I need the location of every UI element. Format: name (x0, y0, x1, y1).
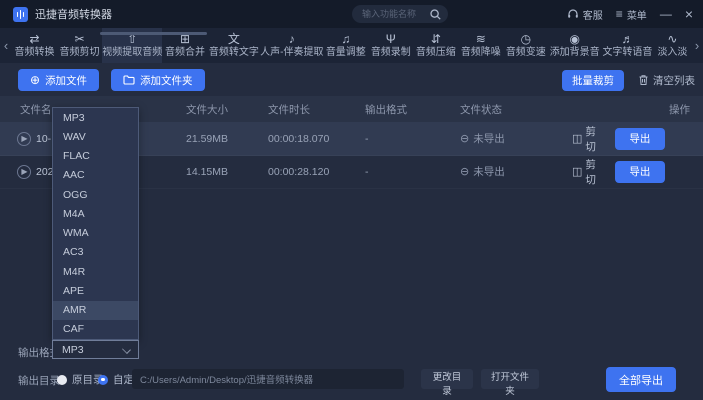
format-option-wma[interactable]: WMA (53, 224, 138, 243)
cut-icon: ◫ (572, 132, 582, 145)
output-format-value: - (365, 166, 460, 178)
change-dir-button[interactable]: 更改目录 (421, 369, 473, 389)
output-format-select[interactable]: MP3 (52, 340, 139, 359)
file-toolbar: ⊕ 添加文件 添加文件夹 批量裁剪 清空列表 (18, 69, 695, 91)
tab-fade[interactable]: ∿ 淡入淡 (654, 28, 691, 63)
tab-add-background-music[interactable]: ◉ 添加背景音 (548, 28, 601, 63)
search-icon[interactable] (430, 9, 441, 20)
col-output-format: 输出格式 (365, 102, 460, 117)
menu-button[interactable]: ≡ 菜单 (616, 7, 647, 22)
tab-text-to-speech[interactable]: ♬ 文字转语音 (601, 28, 654, 63)
tab-audio-convert[interactable]: ⇄ 音频转换 (12, 28, 57, 63)
folder-icon (123, 75, 135, 85)
tab-vocal-extract[interactable]: ♪ 人声-伴奏提取 (260, 28, 323, 63)
format-option-caf[interactable]: CAF (53, 320, 138, 339)
not-exported-icon: ⊖ (460, 165, 469, 178)
batch-crop-button[interactable]: 批量裁剪 (562, 70, 624, 91)
col-operations: 操作 (572, 102, 703, 117)
vocal-extract-icon: ♪ (289, 33, 295, 46)
format-option-ape[interactable]: APE (53, 281, 138, 300)
add-folder-button[interactable]: 添加文件夹 (111, 69, 205, 91)
file-status: ⊖ 未导出 (460, 131, 572, 146)
cut-button[interactable]: ◫ 剪切 (572, 157, 602, 187)
title-bar: 迅捷音频转换器 客服 ≡ 菜单 — × (0, 0, 703, 28)
background-music-icon: ◉ (569, 33, 579, 46)
radio-unselected-icon (57, 375, 67, 385)
cut-icon: ◫ (572, 165, 582, 178)
text-to-speech-icon: ♬ (621, 33, 633, 46)
nav-scroll-right-icon[interactable]: › (691, 28, 703, 63)
audio-to-text-icon: 文 (228, 33, 240, 46)
tab-volume-adjust[interactable]: ♫ 音量调整 (323, 28, 368, 63)
clear-list-button[interactable]: 清空列表 (638, 73, 695, 88)
tab-audio-record[interactable]: Ψ 音频录制 (368, 28, 413, 63)
close-button[interactable]: × (685, 7, 693, 21)
format-option-flac[interactable]: FLAC (53, 147, 138, 166)
tab-audio-cut[interactable]: ✂ 音频剪切 (57, 28, 102, 63)
audio-convert-icon: ⇄ (29, 33, 39, 46)
menu-label: 菜单 (627, 7, 647, 22)
format-option-wav[interactable]: WAV (53, 127, 138, 146)
customer-service-label: 客服 (583, 7, 603, 22)
headset-icon (567, 8, 579, 20)
microphone-icon: Ψ (386, 33, 396, 46)
denoise-icon: ≋ (476, 33, 486, 46)
function-search[interactable] (352, 5, 448, 23)
app-title: 迅捷音频转换器 (35, 6, 112, 22)
col-file-status: 文件状态 (460, 102, 572, 117)
file-duration: 00:00:18.070 (268, 133, 365, 145)
cut-button[interactable]: ◫ 剪切 (572, 124, 602, 154)
file-duration: 00:00:28.120 (268, 166, 365, 178)
file-size: 14.15MB (186, 166, 268, 178)
not-exported-icon: ⊖ (460, 132, 469, 145)
app-logo-icon (13, 7, 28, 22)
minimize-button[interactable]: — (660, 8, 672, 20)
file-size: 21.59MB (186, 133, 268, 145)
radio-selected-icon (98, 375, 108, 385)
open-folder-button[interactable]: 打开文件夹 (481, 369, 539, 389)
format-option-ogg[interactable]: OGG (53, 185, 138, 204)
tab-audio-to-text[interactable]: 文 音频转文字 (207, 28, 260, 63)
format-option-m4r[interactable]: M4R (53, 262, 138, 281)
play-icon[interactable]: ▶ (17, 165, 31, 179)
col-file-size: 文件大小 (186, 102, 268, 117)
customer-service-button[interactable]: 客服 (567, 7, 603, 22)
format-option-aac[interactable]: AAC (53, 166, 138, 185)
volume-icon: ♫ (341, 33, 350, 46)
format-option-m4a[interactable]: M4A (53, 204, 138, 223)
compress-icon: ⇵ (431, 33, 441, 46)
add-file-button[interactable]: ⊕ 添加文件 (18, 69, 99, 91)
file-status: ⊖ 未导出 (460, 164, 572, 179)
format-option-mp3[interactable]: MP3 (53, 108, 138, 127)
format-dropdown-list: MP3 WAV FLAC AAC OGG M4A WMA AC3 M4R APE… (52, 107, 139, 340)
output-path-input[interactable] (132, 374, 404, 385)
nav-scrollbar-thumb[interactable] (100, 32, 207, 35)
output-path-field[interactable] (132, 369, 404, 389)
nav-scroll-left-icon[interactable]: ‹ (0, 28, 12, 63)
col-file-duration: 文件时长 (268, 102, 365, 117)
trash-icon (638, 74, 649, 86)
hamburger-icon: ≡ (616, 8, 623, 20)
export-button[interactable]: 导出 (615, 161, 665, 183)
format-option-ac3[interactable]: AC3 (53, 243, 138, 262)
scissors-icon: ✂ (74, 33, 84, 46)
export-button[interactable]: 导出 (615, 128, 665, 150)
export-all-button[interactable]: 全部导出 (606, 367, 676, 392)
output-format-value: - (365, 133, 460, 145)
speed-icon: ◷ (521, 33, 531, 46)
fade-icon: ∿ (667, 33, 677, 46)
tab-audio-compress[interactable]: ⇵ 音频压缩 (413, 28, 458, 63)
play-icon[interactable]: ▶ (17, 132, 31, 146)
tab-audio-speed[interactable]: ◷ 音频变速 (503, 28, 548, 63)
format-option-amr[interactable]: AMR (53, 301, 138, 320)
plus-icon: ⊕ (30, 74, 40, 86)
search-input[interactable] (352, 9, 430, 19)
radio-original-dir[interactable]: 原目录 (57, 372, 104, 387)
chevron-down-icon (122, 345, 131, 354)
tab-audio-denoise[interactable]: ≋ 音频降噪 (458, 28, 503, 63)
